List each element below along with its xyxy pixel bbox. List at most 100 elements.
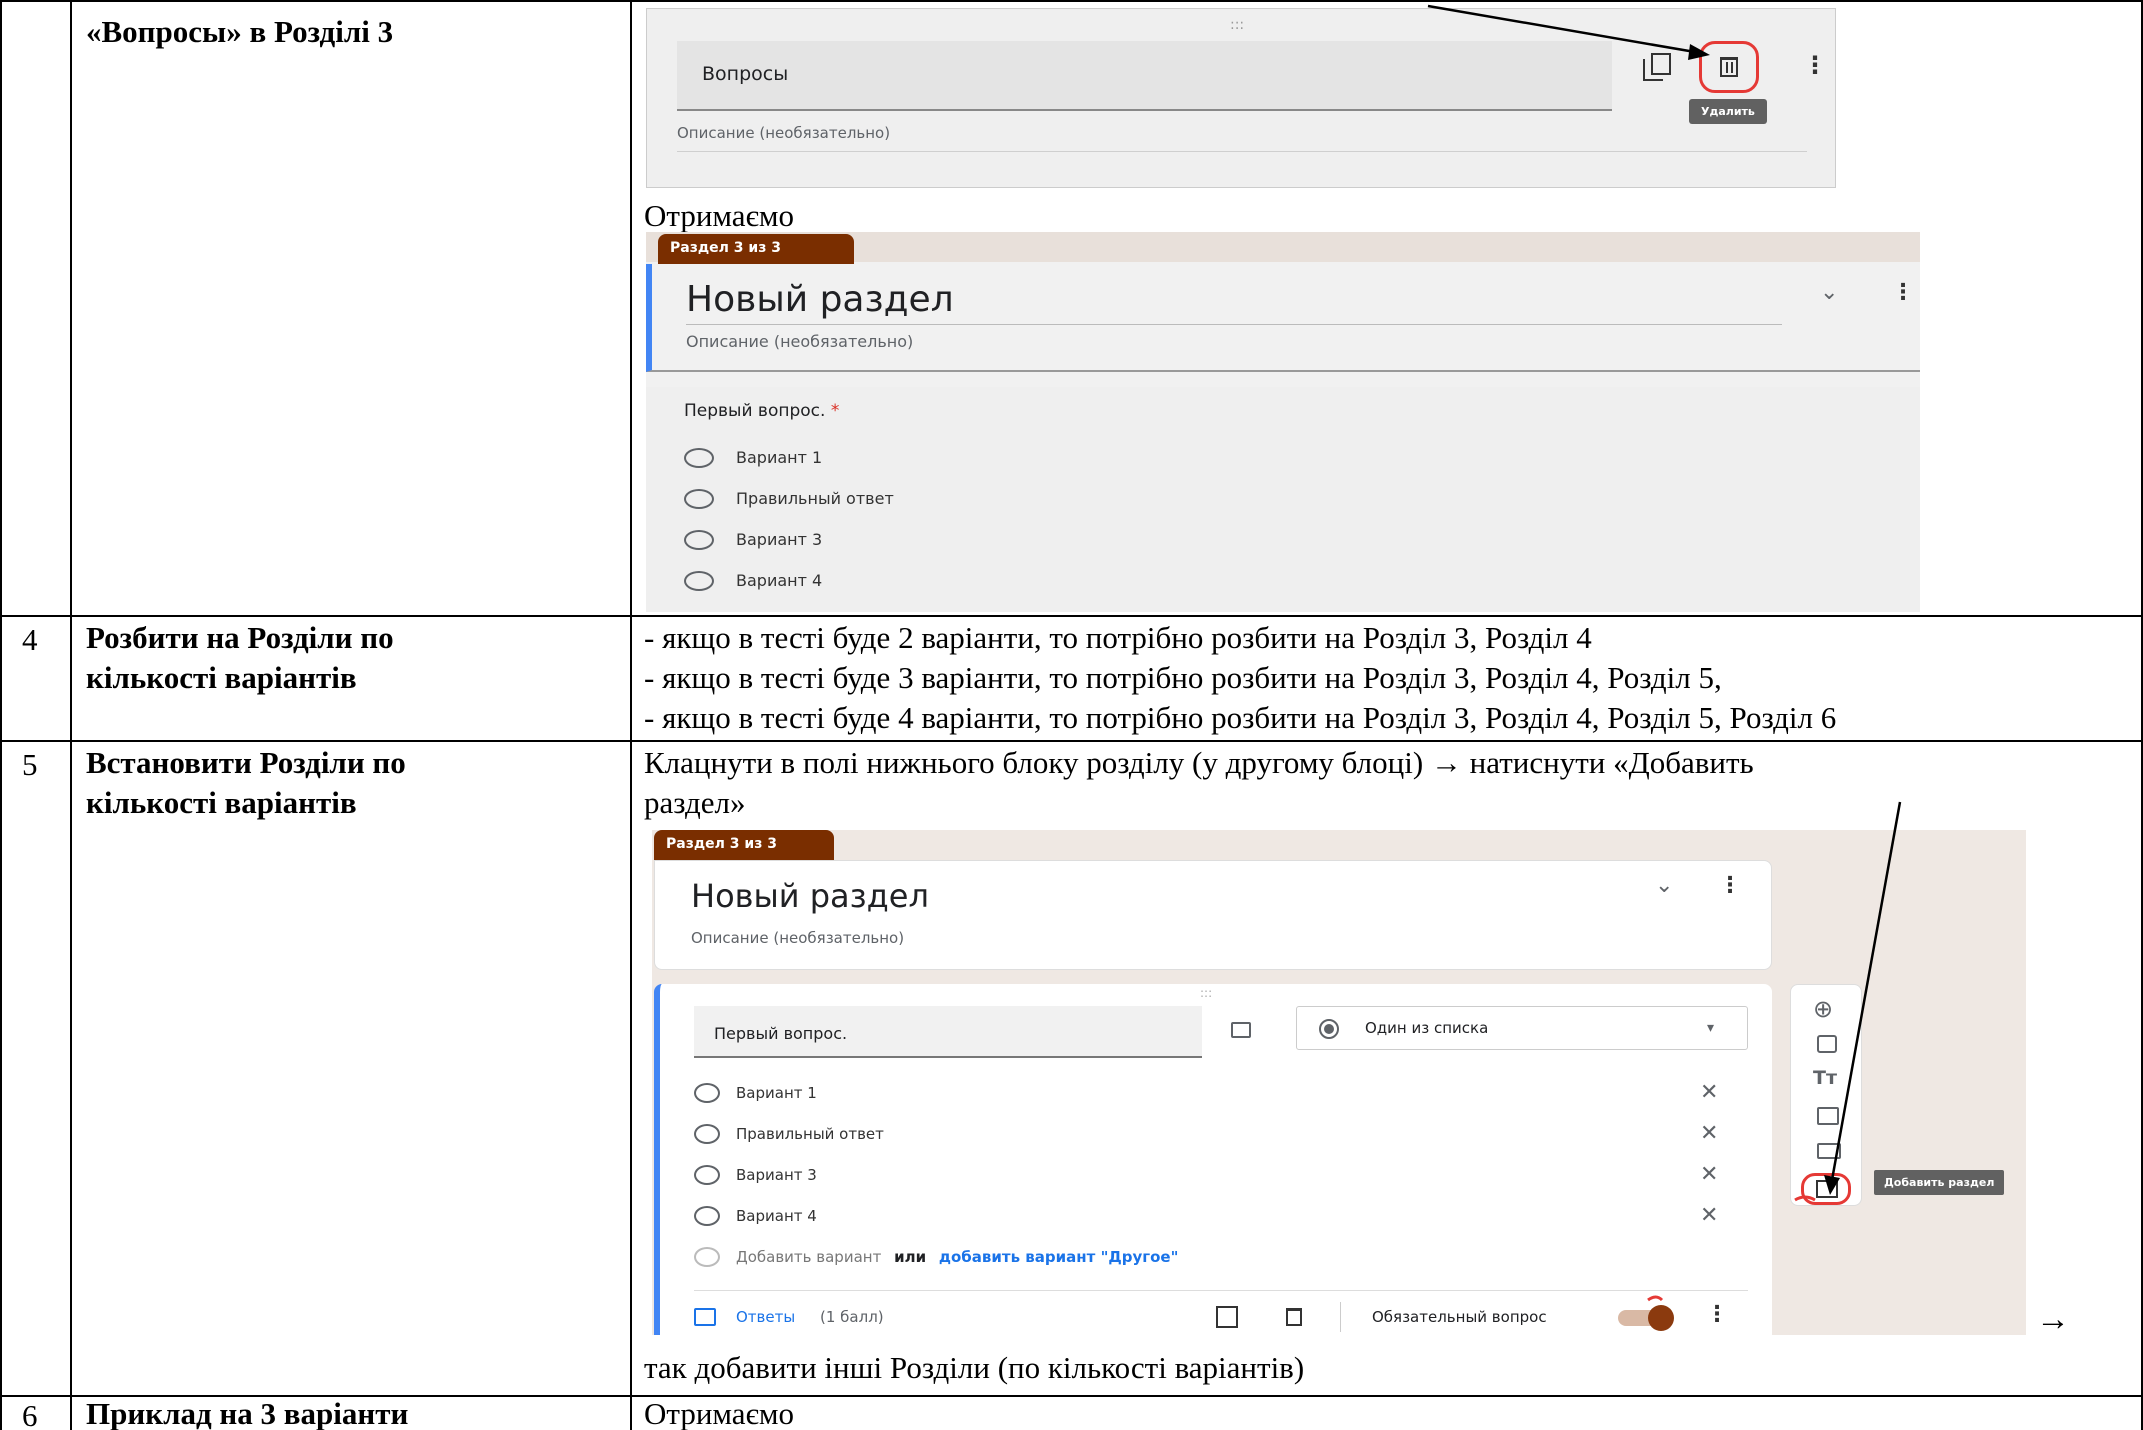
duplicate-icon[interactable] [1643,53,1671,81]
more-vert-icon[interactable]: ⋮ [1892,282,1914,304]
add-section-tooltip: Добавить раздел [1874,1170,2005,1195]
add-section-button[interactable] [1801,1173,1851,1205]
row-number: 6 [22,1398,38,1430]
option-label: Вариант 4 [736,571,823,590]
floating-toolbar: ⊕ Tт [1790,984,1862,1206]
required-label: Обязательный вопрос [1372,1308,1547,1326]
table-left-border [0,0,2,1430]
screenshot-question-header: ::: Вопросы Описание (необязательно) ⋮ У… [646,8,1836,188]
section-title[interactable]: Новый раздел [691,877,929,915]
toggle-knob [1648,1305,1674,1331]
add-question-icon[interactable]: ⊕ [1813,997,1833,1021]
points-label: (1 балл) [820,1308,884,1326]
or-label: или [894,1248,927,1266]
column-border [630,0,632,1430]
screenshot-new-section: Раздел 3 из 3 Новый раздел Описание (нео… [646,232,1920,612]
instruction-line: раздел» [644,785,746,820]
add-video-icon[interactable] [1817,1143,1841,1159]
radio-option[interactable] [684,448,714,468]
dropdown-arrow-icon: ▾ [1707,1020,1715,1036]
option-label[interactable]: Правильный ответ [736,1125,884,1143]
add-image-icon[interactable] [1817,1107,1839,1125]
option-label[interactable]: Вариант 1 [736,1084,817,1102]
image-icon[interactable] [1231,1022,1251,1038]
remove-option-icon[interactable]: ✕ [1700,1123,1718,1145]
trash-icon [1720,57,1738,77]
collapse-icon[interactable]: ⌄ [1820,282,1838,304]
option-label[interactable]: Вариант 4 [736,1207,817,1225]
radio-option[interactable] [684,489,714,509]
result-text: Отримаємо [644,198,794,233]
answers-checkbox-icon[interactable] [694,1308,716,1326]
row-number: 4 [22,622,38,657]
description-underline [677,151,1807,152]
row-title: Розбити на Розділи по кількості варіанті… [86,620,394,695]
column-border [70,0,72,1430]
radio-option[interactable] [684,571,714,591]
question-title-value: Вопросы [702,63,789,85]
card-divider [694,1290,1748,1291]
option-label: Вариант 3 [736,530,823,549]
question-title-field[interactable]: Первый вопрос. [694,1006,1202,1058]
add-section-icon [1816,1180,1838,1198]
import-questions-icon[interactable] [1817,1035,1837,1053]
duplicate-icon[interactable] [1216,1306,1238,1328]
collapse-icon[interactable]: ⌄ [1655,875,1673,897]
remove-option-icon[interactable]: ✕ [1700,1164,1718,1186]
row-border [0,615,2143,617]
section-card: Новый раздел Описание (необязательно) ⌄ … [654,860,1772,970]
instruction-line: - якщо в тесті буде 3 варіанти, то потрі… [644,660,1722,695]
option-label: Вариант 1 [736,448,823,467]
add-option-link[interactable]: Добавить вариант [736,1248,881,1266]
question-title: Первый вопрос. * [684,401,840,421]
row-title: Приклад на 3 варіанти [86,1396,409,1430]
trash-icon[interactable] [1286,1308,1302,1326]
title-underline [686,324,1782,325]
answers-link[interactable]: Ответы [736,1308,795,1326]
instruction-line: Клацнути в полі нижнього блоку розділу (… [644,745,1754,780]
instruction-line: - якщо в тесті буде 4 варіанти, то потрі… [644,700,1837,735]
question-title-field[interactable]: Вопросы [677,41,1612,111]
section-card: Новый раздел Описание (необязательно) ⌄ … [646,264,1920,372]
more-vert-icon[interactable]: ⋮ [1719,875,1741,897]
remove-option-icon[interactable]: ✕ [1700,1082,1718,1104]
instruction-line: - якщо в тесті буде 2 варіанти, то потрі… [644,620,1592,655]
instruction-line: так добавити інші Розділи (по кількості … [644,1350,1305,1385]
add-other-link[interactable]: добавить вариант "Другое" [939,1248,1179,1266]
result-text: Отримаємо [644,1396,794,1430]
more-vert-icon[interactable]: ⋮ [1803,53,1827,77]
remove-option-icon[interactable]: ✕ [1700,1205,1718,1227]
row-border [0,740,2143,742]
section-description[interactable]: Описание (необязательно) [691,929,904,947]
table-top-border [0,0,2143,2]
radio-option[interactable] [694,1165,720,1185]
footer-divider [1340,1302,1341,1332]
section-title[interactable]: Новый раздел [686,279,954,320]
delete-tooltip: Удалить [1689,99,1767,124]
radio-option[interactable] [694,1124,720,1144]
radio-option[interactable] [694,1083,720,1103]
add-option-row: Добавить вариант или добавить вариант "Д… [736,1248,1178,1266]
delete-button[interactable] [1699,41,1759,93]
row-number: 5 [22,747,38,782]
radio-option-add [694,1247,720,1267]
row-title: «Вопросы» в Розділі 3 [86,14,394,49]
section-description[interactable]: Описание (необязательно) [686,332,913,351]
description-field[interactable]: Описание (необязательно) [677,124,890,142]
section-tab: Раздел 3 из 3 [654,830,834,860]
required-toggle[interactable] [1618,1305,1674,1331]
option-label[interactable]: Вариант 3 [736,1166,817,1184]
more-vert-icon[interactable]: ⋮ [1706,1304,1728,1326]
drag-handle[interactable]: ::: [1230,17,1244,33]
question-type-select[interactable]: Один из списка ▾ [1296,1006,1748,1050]
question-type-label: Один из списка [1365,1019,1489,1037]
screenshot-question-editor: Раздел 3 из 3 Новый раздел Описание (нео… [652,830,2026,1335]
continue-arrow: → [2036,1301,2070,1338]
option-label: Правильный ответ [736,489,894,508]
drag-handle[interactable]: ::: [1200,986,1212,1000]
radio-option[interactable] [684,530,714,550]
row-title: Встановити Розділи по кількості варіанті… [86,745,406,820]
add-title-icon[interactable]: Tт [1813,1069,1837,1088]
radio-option[interactable] [694,1206,720,1226]
question-card: ::: Первый вопрос. Один из списка ▾ Вари… [654,984,1772,1335]
